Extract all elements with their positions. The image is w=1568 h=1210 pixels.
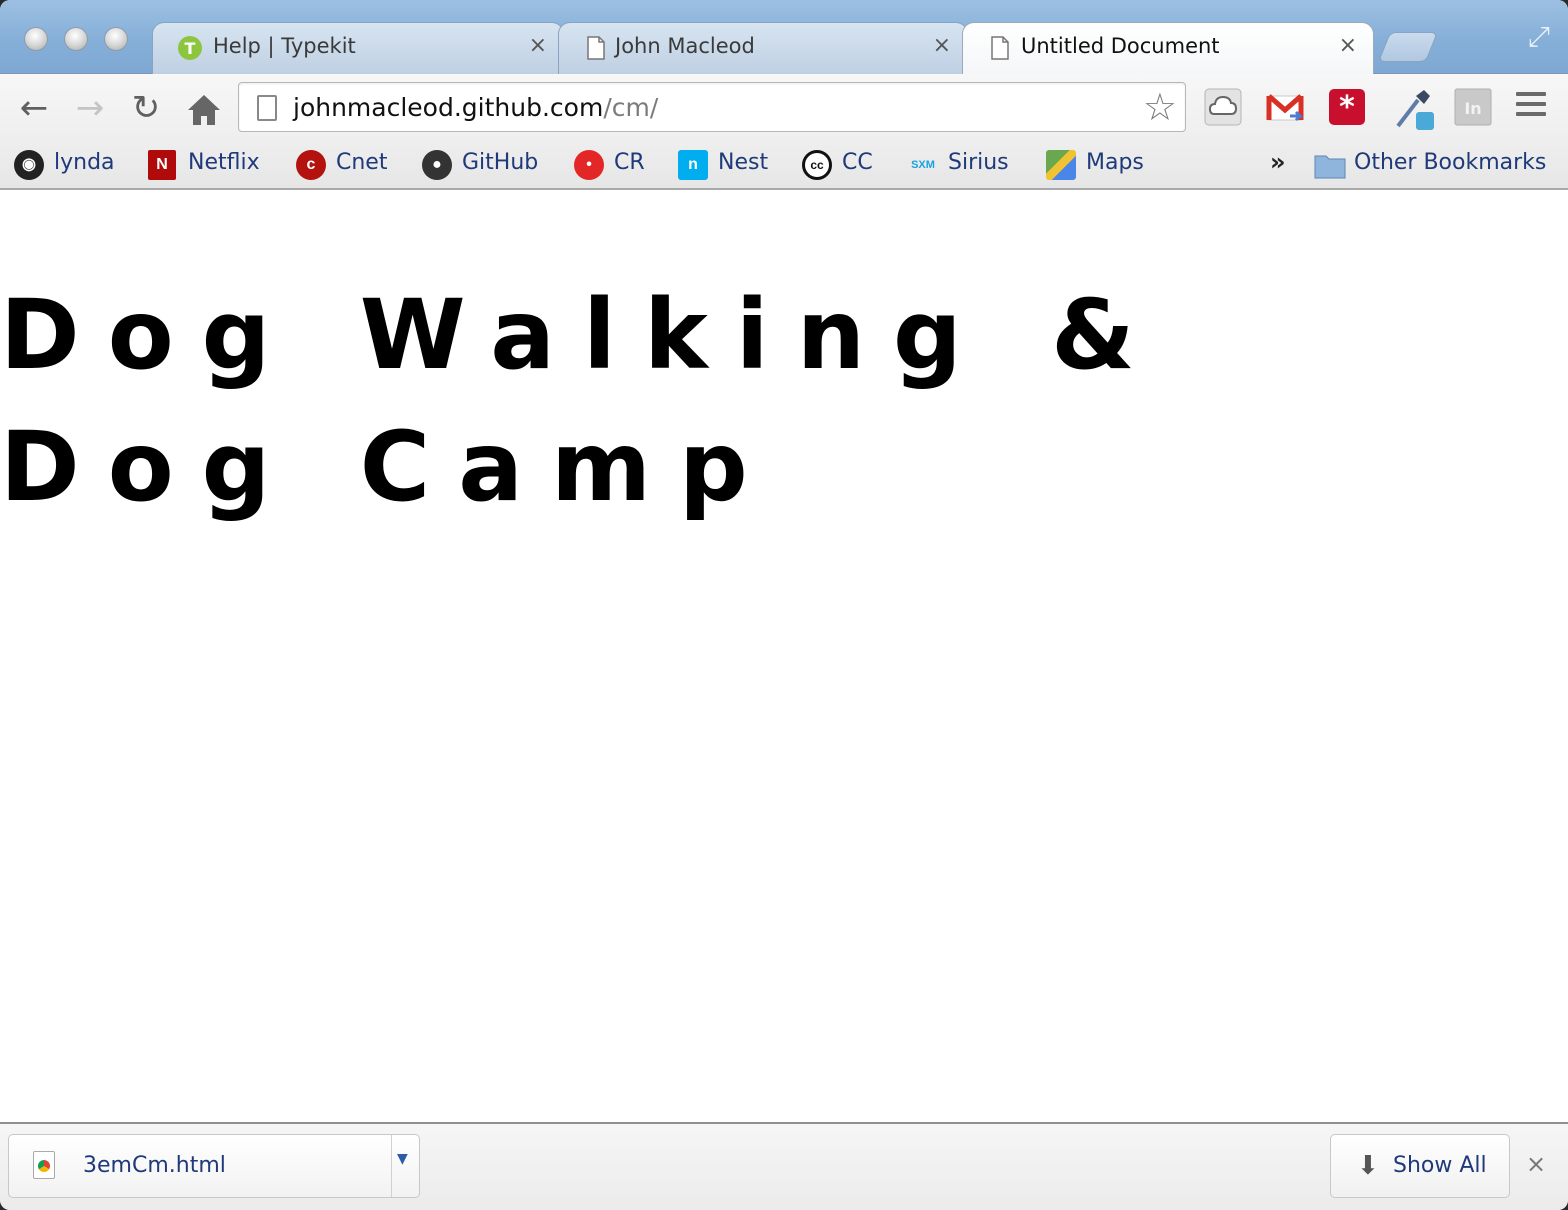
close-tab-icon[interactable]: × (933, 33, 951, 58)
browser-toolbar: ← → ↻ johnmacleod.github.com/cm/ ☆ * In (0, 74, 1568, 142)
eyedropper-icon[interactable] (1390, 86, 1438, 134)
cloud-extension-icon[interactable] (1204, 88, 1242, 126)
download-divider (391, 1135, 392, 1197)
lastpass-icon[interactable]: * (1328, 88, 1366, 126)
cnet-icon: c (296, 150, 326, 180)
bookmark-label: Maps (1086, 150, 1144, 175)
browser-window: T Help | Typekit × John Macleod × Untitl… (0, 0, 1568, 1210)
url-host: johnmacleod.github.com (293, 93, 604, 122)
download-item[interactable]: 3emCm.html ▼ (8, 1134, 420, 1198)
close-tab-icon[interactable]: × (529, 33, 547, 58)
zoom-window-button[interactable] (104, 27, 128, 51)
tab-untitled-document[interactable]: Untitled Document × (962, 22, 1374, 75)
bookmark-label: CC (842, 150, 873, 175)
tab-title: Help | Typekit (213, 34, 356, 58)
gmail-icon[interactable] (1266, 88, 1304, 126)
bookmark-label: GitHub (462, 150, 539, 175)
bookmarks-bar: ◉ lynda N Netflix c Cnet ● GitHub • CR n… (0, 142, 1568, 190)
chrome-menu-icon[interactable] (1516, 92, 1546, 122)
home-icon[interactable] (184, 90, 224, 130)
nest-icon: n (678, 150, 708, 180)
new-tab-button[interactable] (1377, 32, 1439, 62)
bookmark-star-icon[interactable]: ☆ (1143, 85, 1177, 129)
show-all-downloads-button[interactable]: ⬇ Show All (1330, 1134, 1510, 1198)
netflix-icon: N (148, 150, 176, 180)
google-maps-icon (1046, 150, 1076, 180)
tab-typekit[interactable]: T Help | Typekit × (152, 22, 564, 74)
lynda-icon: ◉ (14, 150, 44, 180)
page-icon (991, 36, 1009, 60)
forward-icon[interactable]: → (70, 88, 110, 128)
download-file-name: 3emCm.html (83, 1153, 226, 1178)
tab-john-macleod[interactable]: John Macleod × (558, 22, 968, 74)
reload-icon[interactable]: ↻ (126, 88, 166, 128)
tab-title: Untitled Document (1021, 34, 1220, 58)
download-menu-chevron-icon[interactable]: ▼ (397, 1151, 408, 1167)
url-text[interactable]: johnmacleod.github.com/cm/ (293, 93, 658, 122)
folder-icon (1314, 155, 1346, 179)
close-window-button[interactable] (24, 27, 48, 51)
page-heading: Dog Walking & Dog Camp (0, 279, 1163, 523)
back-icon[interactable]: ← (14, 88, 54, 128)
minimize-window-button[interactable] (64, 27, 88, 51)
svg-text:T: T (185, 39, 196, 58)
siriusxm-icon: SXM (911, 159, 935, 171)
tab-title: John Macleod (615, 34, 755, 58)
fullscreen-icon[interactable]: ⤢ (1528, 20, 1550, 54)
consumer-reports-icon: • (574, 150, 604, 180)
bookmark-label: Nest (718, 150, 769, 175)
bookmark-label: Cnet (336, 150, 388, 175)
close-shelf-icon[interactable]: × (1526, 1150, 1546, 1178)
download-arrow-icon: ⬇ (1357, 1151, 1379, 1181)
bookmark-label: CR (614, 150, 645, 175)
svg-text:In: In (1464, 99, 1481, 118)
page-icon (587, 36, 605, 60)
bookmark-label: lynda (54, 150, 115, 175)
typekit-icon: T (178, 36, 202, 60)
url-path: /cm/ (603, 93, 659, 122)
page-info-icon[interactable] (257, 95, 277, 121)
chrome-file-icon (33, 1151, 55, 1179)
download-shelf: 3emCm.html ▼ ⬇ Show All × (0, 1122, 1568, 1210)
linkedin-icon[interactable]: In (1454, 88, 1492, 126)
address-bar[interactable]: johnmacleod.github.com/cm/ ☆ (238, 82, 1186, 132)
page-content: Dog Walking & Dog Camp (0, 191, 1568, 1123)
svg-text:*: * (1339, 90, 1355, 125)
tab-strip: T Help | Typekit × John Macleod × Untitl… (0, 0, 1568, 75)
bookmark-label: Netflix (188, 150, 260, 175)
bookmark-label: Sirius (948, 150, 1009, 175)
github-icon: ● (422, 150, 452, 180)
close-tab-icon[interactable]: × (1339, 33, 1357, 58)
creative-commons-icon: cc (802, 150, 832, 180)
bookmarks-overflow-icon[interactable]: » (1270, 148, 1286, 176)
show-all-label: Show All (1393, 1153, 1487, 1178)
bookmark-label: Other Bookmarks (1354, 150, 1547, 175)
